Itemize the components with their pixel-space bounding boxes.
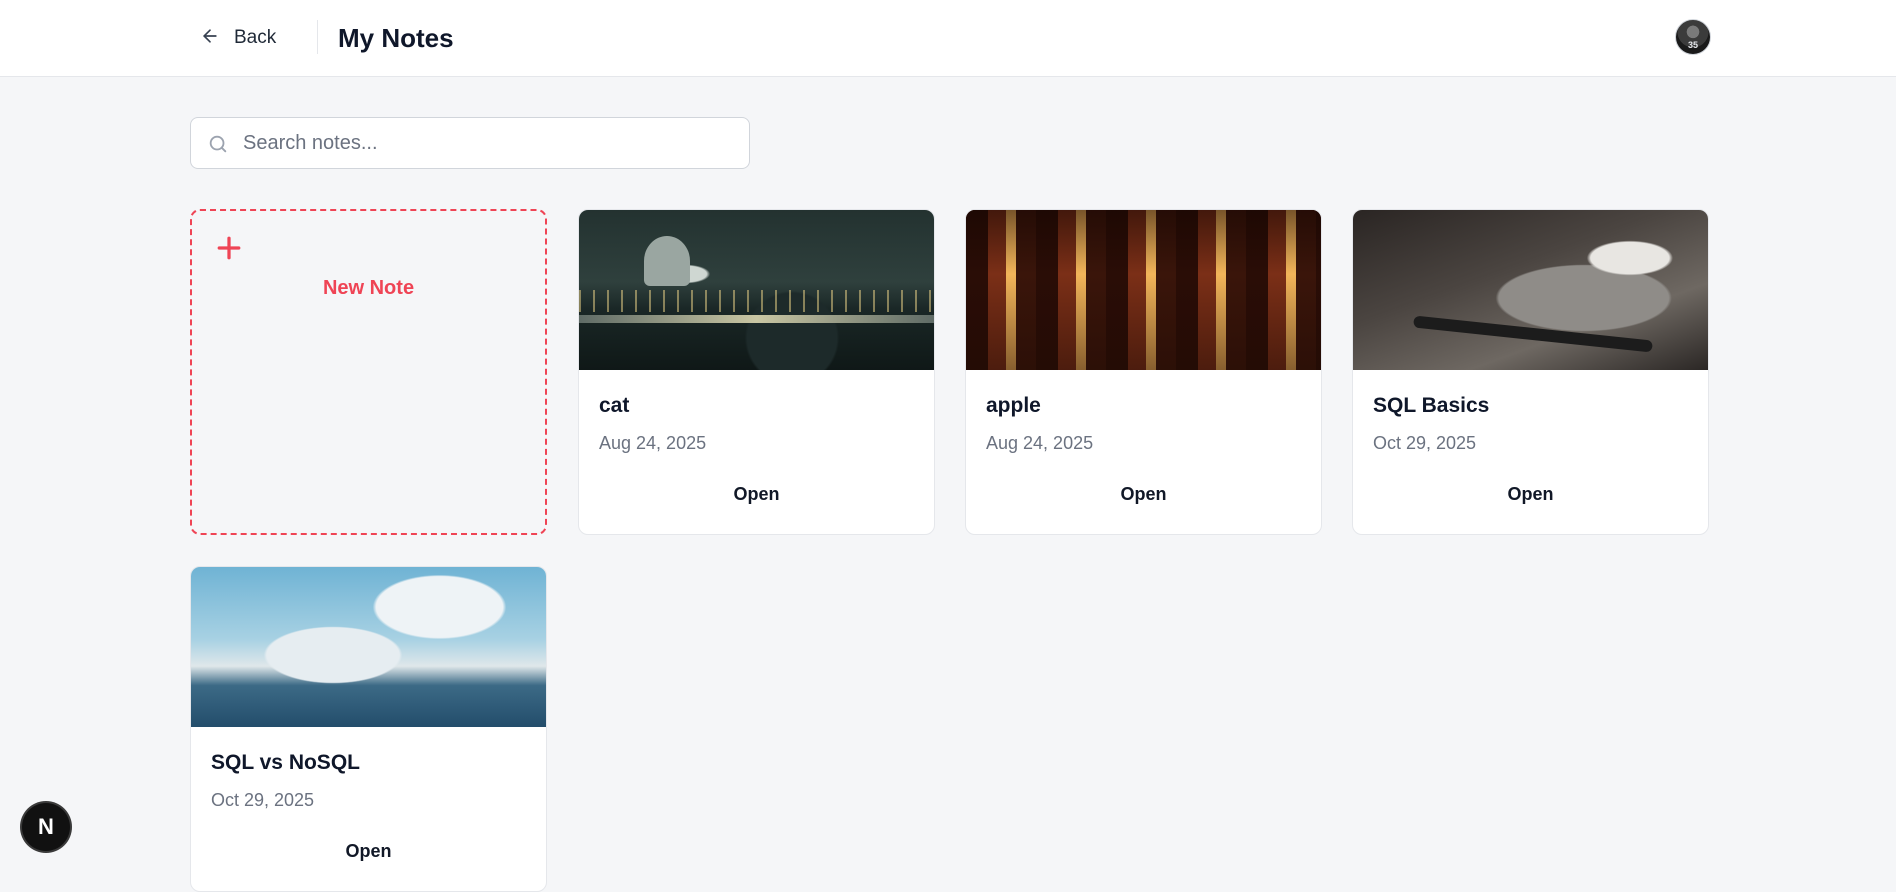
note-card[interactable]: cat Aug 24, 2025 Open (578, 209, 935, 535)
back-button[interactable]: Back (200, 20, 276, 56)
note-title: apple (986, 394, 1041, 417)
thumbnail-shade (966, 210, 1321, 370)
open-button[interactable]: Open (966, 484, 1321, 505)
note-date: Oct 29, 2025 (211, 790, 315, 810)
avatar[interactable]: 35 (1675, 19, 1711, 55)
note-title: SQL vs NoSQL (211, 751, 360, 774)
thumbnail-bridge (579, 315, 934, 323)
header-divider (317, 20, 318, 54)
search-box (190, 117, 750, 169)
thumbnail-dome (644, 236, 690, 286)
note-card[interactable]: SQL Basics Oct 29, 2025 Open (1352, 209, 1709, 535)
note-date: Aug 24, 2025 (599, 433, 707, 453)
back-label: Back (234, 27, 277, 48)
open-button[interactable]: Open (1353, 484, 1708, 505)
top-bar: Back My Notes 35 (0, 0, 1896, 77)
note-date: Aug 24, 2025 (986, 433, 1094, 453)
arrow-left-icon (200, 26, 220, 51)
note-thumbnail (191, 567, 546, 727)
open-button[interactable]: Open (579, 484, 934, 505)
thumbnail-lights (579, 290, 934, 312)
avatar-text: 35 (1688, 40, 1699, 50)
search-input[interactable] (241, 118, 741, 168)
thumbnail-collar (1413, 315, 1653, 353)
note-thumbnail (579, 210, 934, 370)
note-thumbnail (966, 210, 1321, 370)
note-thumbnail (1353, 210, 1708, 370)
page-title: My Notes (338, 23, 454, 53)
open-button[interactable]: Open (191, 841, 546, 862)
note-title: SQL Basics (1373, 394, 1490, 417)
new-note-label: New Note (322, 277, 415, 299)
dev-tools-badge[interactable]: N (22, 803, 70, 851)
note-title: cat (599, 394, 630, 417)
note-date: Oct 29, 2025 (1373, 433, 1477, 453)
note-card[interactable]: apple Aug 24, 2025 Open (965, 209, 1322, 535)
plus-icon (216, 235, 242, 261)
search-icon (207, 133, 229, 155)
new-note-button[interactable]: New Note (190, 209, 547, 535)
note-card[interactable]: SQL vs NoSQL Oct 29, 2025 Open (190, 566, 547, 892)
